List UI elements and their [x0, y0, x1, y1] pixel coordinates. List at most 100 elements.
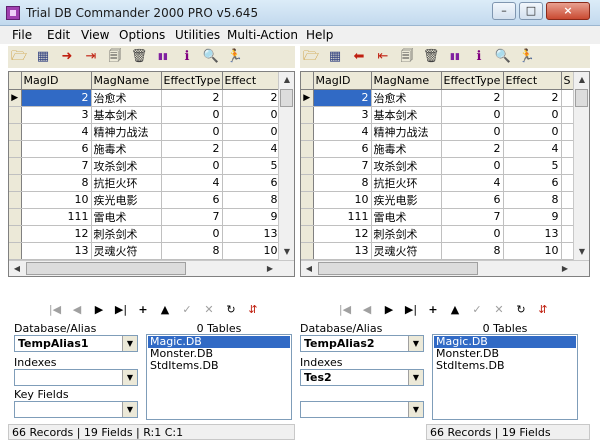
table-cell[interactable]: 6	[503, 174, 562, 192]
table-cell[interactable]: 6	[313, 140, 372, 158]
table-cell[interactable]: 111	[313, 208, 372, 226]
table-cell[interactable]: 13	[503, 225, 562, 243]
column-header[interactable]: MagName	[91, 72, 162, 90]
keys-icon[interactable]: 🔍	[202, 48, 220, 66]
table-cell[interactable]: 抗拒火环	[91, 174, 162, 192]
table-row[interactable]: 7 攻杀剑术 0 5	[9, 157, 281, 175]
title-bar[interactable]: Trial DB Commander 2000 PRO v5.645 – □ ×	[0, 0, 600, 26]
sort-button[interactable]: ⇵	[244, 302, 262, 318]
table-row[interactable]: 8 抗拒火环 4 6	[9, 174, 281, 192]
table-cell[interactable]: 0	[222, 123, 281, 141]
chevron-down-icon[interactable]: ▼	[408, 402, 423, 417]
table-cell[interactable]: 2	[161, 89, 223, 107]
table-cell[interactable]: 2	[313, 89, 372, 107]
table-cell[interactable]: 12	[21, 225, 92, 243]
table-cell[interactable]: 0	[441, 123, 504, 141]
table-cell[interactable]: 2	[161, 140, 223, 158]
column-header[interactable]: MagName	[371, 72, 442, 90]
scroll-left-icon[interactable]: ◀	[9, 261, 25, 276]
table-cell[interactable]: 111	[21, 208, 92, 226]
table-cell[interactable]: 8	[161, 242, 223, 260]
table-cell[interactable]: 0	[161, 225, 223, 243]
table-cell[interactable]: 灵魂火符	[371, 242, 442, 260]
left-table-list[interactable]: Magic.DB Monster.DB StdItems.DB	[146, 334, 292, 420]
cancel-edit-button[interactable]: ✕	[490, 302, 508, 318]
copy-icon[interactable]: 🗐	[106, 48, 124, 66]
table-cell[interactable]: 6	[222, 174, 281, 192]
open-folder-icon[interactable]: 🗁	[10, 48, 28, 66]
next-record-button[interactable]: ▶	[90, 302, 108, 318]
table-row[interactable]: 4 精神力战法 0 0	[9, 123, 281, 141]
table-cell[interactable]: 10	[222, 242, 281, 260]
list-item[interactable]: StdItems.DB	[434, 360, 576, 372]
right-horizontal-scrollbar[interactable]: ◀ ▶	[301, 260, 589, 276]
table-cell[interactable]: 8	[222, 191, 281, 209]
delete-record-button[interactable]: ▲	[156, 302, 174, 318]
cancel-edit-button[interactable]: ✕	[200, 302, 218, 318]
table-cell[interactable]: 治愈术	[91, 89, 162, 107]
table-cell[interactable]: 10	[313, 191, 372, 209]
table-row[interactable]: 10 疾光电影 6 8	[301, 191, 576, 209]
scroll-right-icon[interactable]: ▶	[557, 261, 573, 276]
table-cell[interactable]: 攻杀剑术	[91, 157, 162, 175]
grid-icon[interactable]: ▦	[34, 48, 52, 66]
table-row[interactable]: ▶ 2 治愈术 2 2	[301, 89, 576, 107]
first-record-button[interactable]: |◀	[336, 302, 354, 318]
table-cell[interactable]: 精神力战法	[371, 123, 442, 141]
copy-icon[interactable]: 🗐	[398, 48, 416, 66]
red-arrow-icon[interactable]: ➜	[58, 48, 76, 66]
table-cell[interactable]: 0	[161, 106, 223, 124]
table-row[interactable]: 13 灵魂火符 8 10	[9, 242, 281, 260]
table-cell[interactable]: 2	[441, 89, 504, 107]
left-vertical-scrollbar[interactable]: ▲ ▼	[278, 72, 294, 260]
table-cell[interactable]: 0	[222, 106, 281, 124]
grid-icon[interactable]: ▦	[326, 48, 344, 66]
table-cell[interactable]: 抗拒火环	[371, 174, 442, 192]
table-row[interactable]: 13 灵魂火符 8 10	[301, 242, 576, 260]
maximize-button[interactable]: □	[519, 2, 543, 20]
table-cell[interactable]: 治愈术	[371, 89, 442, 107]
open-folder-icon[interactable]: 🗁	[302, 48, 320, 66]
table-cell[interactable]: 12	[313, 225, 372, 243]
table-row[interactable]: 6 施毒术 2 4	[9, 140, 281, 158]
table-cell[interactable]: 2	[222, 89, 281, 107]
delete-record-button[interactable]: ▲	[446, 302, 464, 318]
chevron-down-icon[interactable]: ▼	[408, 370, 423, 385]
table-row[interactable]: 4 精神力战法 0 0	[301, 123, 576, 141]
info-icon[interactable]: ℹ	[470, 48, 488, 66]
table-cell[interactable]: 疾光电影	[371, 191, 442, 209]
menu-multi-action[interactable]: Multi-Action	[227, 28, 298, 42]
table-cell[interactable]: 8	[313, 174, 372, 192]
run-icon[interactable]: 🏃	[518, 48, 536, 66]
table-row[interactable]: 111 雷电术 7 9	[9, 208, 281, 226]
table-cell[interactable]: 0	[161, 157, 223, 175]
scroll-right-icon[interactable]: ▶	[262, 261, 278, 276]
post-edit-button[interactable]: ✓	[178, 302, 196, 318]
scroll-down-icon[interactable]: ▼	[574, 244, 589, 260]
table-cell[interactable]: 4	[21, 123, 92, 141]
table-cell[interactable]: 4	[503, 140, 562, 158]
chevron-down-icon[interactable]: ▼	[122, 336, 137, 351]
last-record-button[interactable]: ▶|	[402, 302, 420, 318]
refresh-button[interactable]: ↻	[512, 302, 530, 318]
table-row[interactable]: 8 抗拒火环 4 6	[301, 174, 576, 192]
table-cell[interactable]: 施毒术	[91, 140, 162, 158]
import-icon[interactable]: ⇤	[374, 48, 392, 66]
table-cell[interactable]: 灵魂火符	[91, 242, 162, 260]
close-button[interactable]: ×	[546, 2, 590, 20]
sql-icon[interactable]: ▮▮	[154, 48, 172, 66]
database-alias-combo[interactable]: TempAlias1 ▼	[14, 335, 138, 352]
table-cell[interactable]: 攻杀剑术	[371, 157, 442, 175]
table-cell[interactable]: 4	[313, 123, 372, 141]
scroll-thumb[interactable]	[318, 262, 478, 275]
menu-options[interactable]: Options	[119, 28, 165, 42]
table-cell[interactable]: 4	[441, 174, 504, 192]
table-cell[interactable]: 2	[503, 89, 562, 107]
table-cell[interactable]: 2	[21, 89, 92, 107]
column-header[interactable]: MagID	[21, 72, 92, 90]
minimize-button[interactable]: –	[492, 2, 516, 20]
table-cell[interactable]: 6	[161, 191, 223, 209]
insert-record-button[interactable]: +	[424, 302, 442, 318]
table-row[interactable]: 7 攻杀剑术 0 5	[301, 157, 576, 175]
table-cell[interactable]: 基本剑术	[91, 106, 162, 124]
